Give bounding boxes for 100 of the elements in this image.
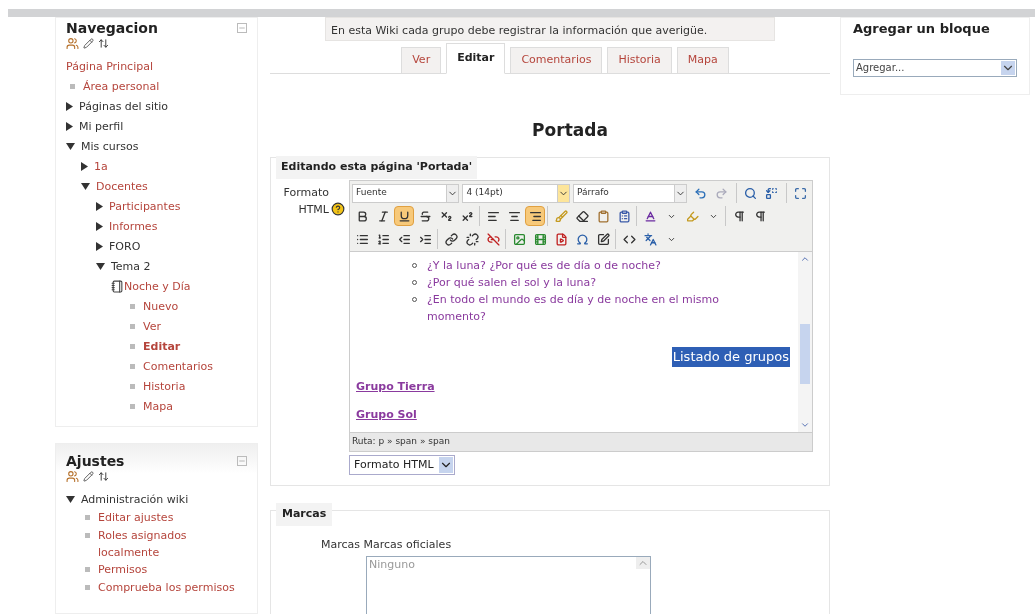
expanded-triangle-icon[interactable]: [81, 183, 90, 190]
nav-link[interactable]: Historia: [143, 378, 186, 395]
collapsed-triangle-icon[interactable]: [66, 122, 73, 131]
pilcrow-icon: [753, 209, 767, 223]
collapsed-triangle-icon[interactable]: [96, 222, 103, 231]
expanded-triangle-icon[interactable]: [66, 496, 75, 503]
nav-link[interactable]: Editar ajustes: [98, 509, 174, 526]
underline-button[interactable]: [394, 206, 414, 226]
group-link[interactable]: Grupo Sol: [356, 408, 417, 421]
expanded-triangle-icon[interactable]: [66, 143, 75, 150]
nav-link[interactable]: Permisos: [98, 561, 148, 578]
bullet-icon: [70, 84, 75, 89]
bullet-text: ¿Y la luna? ¿Por qué es de día o de noche?: [427, 258, 662, 274]
nav-link[interactable]: Ver: [143, 318, 161, 335]
caret-icon: [556, 184, 569, 202]
help-icon[interactable]: [331, 202, 345, 216]
indent-icon: [418, 232, 432, 246]
film-icon: [533, 232, 547, 246]
eraser-icon: [575, 209, 589, 223]
page-title: Portada: [531, 118, 609, 142]
bullet-text: ¿Por qué salen el sol y la luna?: [427, 275, 598, 291]
bullet-icon: [85, 533, 90, 538]
caret-icon: [446, 184, 459, 202]
nav-link[interactable]: 1a: [94, 158, 108, 175]
bullet-icon: [130, 404, 135, 409]
selected-text: Listado de grupos: [671, 347, 790, 367]
nav-link[interactable]: Área personal: [83, 78, 160, 95]
scroll-down-icon[interactable]: [800, 420, 810, 430]
edit-icon: [596, 232, 610, 246]
align-right-icon: [528, 209, 542, 223]
strikethrough-icon: [418, 209, 432, 223]
add-block-select[interactable]: Agregar...: [853, 58, 1017, 77]
toolbar-select[interactable]: Fuente: [352, 183, 460, 203]
bullet-icon: [130, 364, 135, 369]
caret-icon: [439, 457, 453, 473]
collapsed-triangle-icon[interactable]: [81, 162, 88, 171]
nav-label: FORO: [109, 239, 141, 255]
nav-link[interactable]: Comentarios: [143, 358, 213, 375]
expanded-triangle-icon[interactable]: [96, 263, 105, 270]
nav-label: Tema 2: [111, 259, 151, 275]
broken-link-icon: [486, 232, 500, 246]
caret-icon: [1001, 60, 1015, 75]
toolbar-select[interactable]: 4 (14pt): [462, 183, 570, 203]
scroll-up-icon[interactable]: [800, 254, 810, 264]
description-text: En esta Wiki cada grupo debe registrar la información que averigüe.: [331, 24, 708, 37]
bullet-icon: [85, 567, 90, 572]
language-icon: [643, 232, 657, 246]
collapsed-triangle-icon[interactable]: [66, 102, 73, 111]
nav-link[interactable]: Roles asignados localmente: [98, 527, 247, 561]
tab[interactable]: Comentarios: [510, 46, 603, 74]
arrows-icon[interactable]: [98, 471, 109, 482]
listbox-option[interactable]: Ninguno: [369, 556, 415, 573]
bullet-icon: [130, 304, 135, 309]
clipboard-icon: [596, 209, 610, 223]
block-title: Agregar un bloque: [853, 20, 991, 38]
underline-icon: [397, 209, 411, 223]
scroll-thumb[interactable]: [800, 324, 810, 384]
pencil-icon[interactable]: [83, 38, 94, 49]
nav-link[interactable]: Informes: [109, 218, 158, 235]
brush-icon: [554, 209, 568, 223]
nav-link[interactable]: Mapa: [143, 398, 173, 415]
nav-link[interactable]: Comprueba los permisos: [98, 579, 235, 596]
tab[interactable]: Ver: [401, 46, 442, 74]
collapsed-triangle-icon[interactable]: [96, 202, 103, 211]
tab[interactable]: Editar: [446, 42, 506, 74]
pencil-icon[interactable]: [83, 471, 94, 482]
bullet-icon: [130, 384, 135, 389]
nav-label: Mi perfil: [79, 119, 124, 135]
unlink-icon: [465, 232, 479, 246]
block-title: Ajustes: [66, 452, 125, 470]
bullet-list-icon: [355, 232, 369, 246]
align-right-button[interactable]: [525, 206, 545, 226]
align-left-icon: [486, 209, 500, 223]
nav-link[interactable]: Nuevo: [143, 298, 179, 315]
bullet-icon: [130, 344, 135, 349]
nav-link[interactable]: Participantes: [109, 198, 181, 215]
path-text: Ruta: p » span » span: [352, 435, 450, 449]
nav-link[interactable]: Editar: [143, 338, 181, 355]
tags-listbox[interactable]: Ninguno: [366, 555, 651, 614]
arrows-icon[interactable]: [98, 38, 109, 49]
toolbar-select[interactable]: Párrafo: [572, 183, 687, 203]
collapsed-triangle-icon[interactable]: [96, 242, 103, 251]
tab[interactable]: Mapa: [676, 46, 729, 74]
bullet-icon: [85, 515, 90, 520]
people-icon[interactable]: [66, 37, 79, 50]
tab[interactable]: Historia: [607, 46, 672, 74]
people-icon[interactable]: [66, 470, 79, 483]
nav-label: Administración wiki: [81, 492, 189, 508]
subscript-icon: [439, 209, 453, 223]
numbered-list-icon: [376, 232, 390, 246]
group-link[interactable]: Grupo Tierra: [356, 379, 435, 393]
caret-icon: [674, 184, 686, 202]
nav-link[interactable]: Noche y Día: [124, 278, 191, 295]
bullet-icon: [130, 324, 135, 329]
scrollbar[interactable]: [798, 252, 812, 432]
outdent-icon: [397, 232, 411, 246]
format-select[interactable]: Formato HTML: [349, 455, 455, 475]
link-icon: [444, 232, 458, 246]
nav-link[interactable]: Docentes: [96, 178, 148, 195]
nav-link[interactable]: Página Principal: [66, 58, 153, 75]
